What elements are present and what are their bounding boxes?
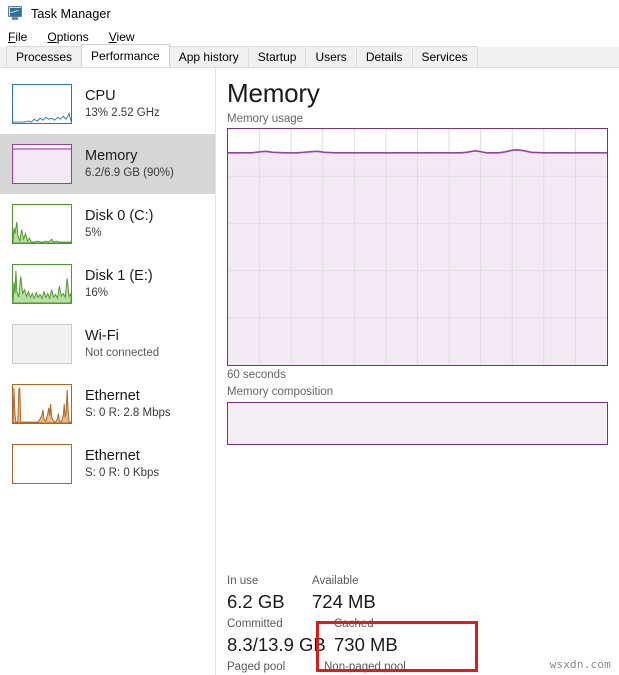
graph-footer: 60 seconds (227, 368, 608, 382)
memory-name: Memory (85, 147, 174, 165)
menu-view[interactable]: View (109, 30, 135, 44)
sidebar-item-cpu[interactable]: CPU 13% 2.52 GHz (0, 74, 215, 134)
stat-paged-pool: Paged pool 389 MB (227, 659, 312, 675)
sidebar-item-wifi[interactable]: Wi-Fi Not connected (0, 314, 215, 374)
window-title: Task Manager (31, 7, 111, 21)
memory-composition-bar[interactable] (227, 402, 608, 445)
disk0-labels: Disk 0 (C:) 5% (85, 207, 153, 241)
memory-detail-panel: Memory Memory usage (216, 68, 619, 675)
disk0-sparkline-thumbnail (12, 204, 72, 244)
disk0-sub: 5% (85, 226, 153, 241)
stat-committed: Committed 8.3/13.9 GB (227, 616, 312, 657)
memory-labels: Memory 6.2/6.9 GB (90%) (85, 147, 174, 181)
page-title: Memory (227, 78, 619, 108)
wifi-labels: Wi-Fi Not connected (85, 327, 159, 361)
disk1-name: Disk 1 (E:) (85, 267, 153, 285)
tab-services[interactable]: Services (412, 46, 478, 67)
memory-sparkline-thumbnail (12, 144, 72, 184)
stat-available-value: 724 MB (312, 589, 432, 614)
memory-sub: 6.2/6.9 GB (90%) (85, 166, 174, 181)
stat-in-use: In use 6.2 GB (227, 573, 312, 614)
tab-performance[interactable]: Performance (81, 44, 170, 67)
tab-app-history[interactable]: App history (169, 46, 249, 67)
wifi-name: Wi-Fi (85, 327, 159, 345)
tab-details[interactable]: Details (356, 46, 413, 67)
tab-processes[interactable]: Processes (6, 46, 82, 67)
disk1-labels: Disk 1 (E:) 16% (85, 267, 153, 301)
wifi-sparkline-thumbnail (12, 324, 72, 364)
stat-available-caption: Available (312, 573, 432, 589)
disk1-sub: 16% (85, 286, 153, 301)
ethernet2-sparkline-thumbnail (12, 444, 72, 484)
task-manager-icon (7, 6, 23, 21)
stat-in-use-value: 6.2 GB (227, 589, 312, 614)
cpu-name: CPU (85, 87, 160, 105)
ethernet2-sub: S: 0 R: 0 Kbps (85, 466, 159, 481)
menu-options[interactable]: Options (47, 30, 88, 44)
time-axis-label: 60 seconds (227, 368, 286, 382)
sidebar-item-ethernet-1[interactable]: Ethernet S: 0 R: 2.8 Mbps (0, 374, 215, 434)
disk0-name: Disk 0 (C:) (85, 207, 153, 225)
menu-file[interactable]: File (8, 30, 27, 44)
resource-sidebar: CPU 13% 2.52 GHz Memory 6.2/6.9 GB (90%) (0, 68, 216, 675)
ethernet1-sub: S: 0 R: 2.8 Mbps (85, 406, 171, 421)
stat-cached-value: 730 MB (334, 632, 454, 657)
content-area: CPU 13% 2.52 GHz Memory 6.2/6.9 GB (90%) (0, 68, 619, 675)
stat-committed-value: 8.3/13.9 GB (227, 632, 312, 657)
cpu-labels: CPU 13% 2.52 GHz (85, 87, 160, 121)
tab-startup[interactable]: Startup (248, 46, 307, 67)
stat-in-use-caption: In use (227, 573, 312, 589)
ethernet1-labels: Ethernet S: 0 R: 2.8 Mbps (85, 387, 171, 421)
stat-committed-caption: Committed (227, 616, 312, 632)
task-manager-window: Task Manager File Options View Processes… (0, 0, 619, 675)
stat-non-paged-pool-caption: Non-paged pool (324, 659, 444, 675)
ethernet2-labels: Ethernet S: 0 R: 0 Kbps (85, 447, 159, 481)
ethernet2-name: Ethernet (85, 447, 159, 465)
ethernet1-sparkline-thumbnail (12, 384, 72, 424)
sidebar-item-disk1[interactable]: Disk 1 (E:) 16% (0, 254, 215, 314)
cpu-sub: 13% 2.52 GHz (85, 106, 160, 121)
stat-cached: Cached 730 MB (312, 616, 454, 657)
sidebar-item-memory[interactable]: Memory 6.2/6.9 GB (90%) (0, 134, 215, 194)
stat-cached-caption: Cached (334, 616, 454, 632)
stats-row-2: Committed 8.3/13.9 GB Cached 730 MB (227, 616, 619, 657)
tab-strip: Processes Performance App history Startu… (0, 47, 619, 68)
disk1-sparkline-thumbnail (12, 264, 72, 304)
stat-non-paged-pool: Non-paged pool 4.2 GB (312, 659, 444, 675)
title-bar: Task Manager (0, 0, 619, 27)
tab-users[interactable]: Users (305, 46, 356, 67)
memory-composition-caption: Memory composition (227, 385, 619, 400)
sidebar-item-ethernet-2[interactable]: Ethernet S: 0 R: 0 Kbps (0, 434, 215, 494)
sidebar-item-disk0[interactable]: Disk 0 (C:) 5% (0, 194, 215, 254)
stat-paged-pool-caption: Paged pool (227, 659, 312, 675)
memory-usage-caption: Memory usage (227, 112, 619, 126)
cpu-sparkline-thumbnail (12, 84, 72, 124)
stat-available: Available 724 MB (312, 573, 432, 614)
watermark: wsxdn.com (550, 658, 611, 671)
wifi-sub: Not connected (85, 346, 159, 361)
ethernet1-name: Ethernet (85, 387, 171, 405)
stats-row-1: In use 6.2 GB Available 724 MB (227, 573, 619, 614)
memory-usage-graph (227, 128, 608, 366)
